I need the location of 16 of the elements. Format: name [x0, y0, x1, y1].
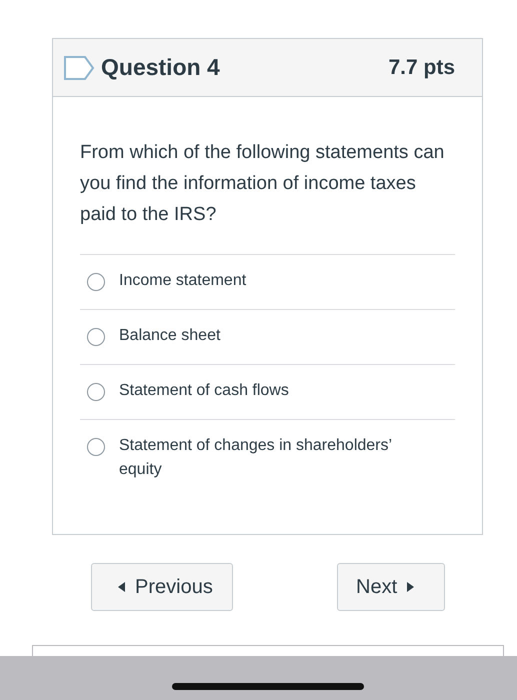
question-title: Question 4: [101, 54, 221, 81]
radio-button[interactable]: [87, 383, 105, 401]
previous-button[interactable]: Previous: [91, 563, 233, 611]
answer-option[interactable]: Balance sheet: [119, 324, 419, 348]
radio-button[interactable]: [87, 273, 105, 291]
question-text: From which of the following statements can you find the information of income taxes paid to the IRS?: [80, 141, 446, 227]
answer-option[interactable]: Statement of changes in shareholders’ equity: [119, 434, 419, 482]
caret-icon: [407, 582, 414, 592]
caret-icon: [118, 582, 125, 592]
points: 7.7 pts: [388, 56, 455, 80]
flag-icon[interactable]: [63, 54, 95, 80]
radio-button[interactable]: [87, 328, 105, 346]
answer-option[interactable]: Income statement: [119, 269, 419, 293]
radio-button[interactable]: [87, 438, 105, 456]
next-button[interactable]: Next: [337, 563, 445, 611]
answer-option[interactable]: Statement of cash flows: [119, 379, 419, 403]
